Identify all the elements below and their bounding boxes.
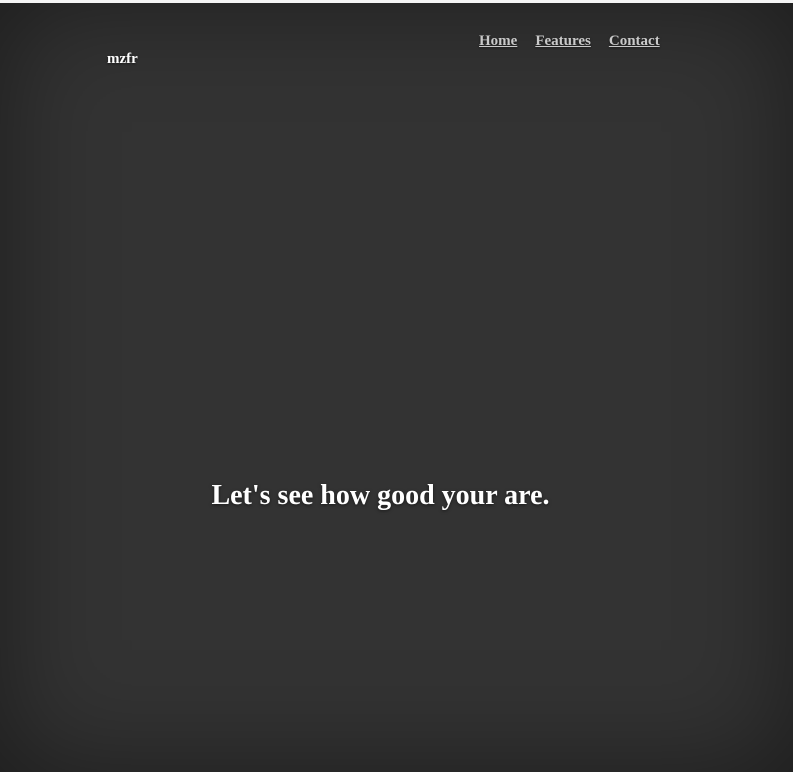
hero-headline: Let's see how good your are. xyxy=(211,480,550,511)
page: mzfr Home Features Contact Let's see how… xyxy=(0,0,793,772)
top-strip xyxy=(0,0,793,3)
nav-link-home[interactable]: Home xyxy=(479,31,517,51)
nav-link-features[interactable]: Features xyxy=(535,31,591,51)
nav-link-contact[interactable]: Contact xyxy=(609,31,660,51)
main-nav: Home Features Contact xyxy=(479,31,660,51)
site-logo[interactable]: mzfr xyxy=(107,49,138,69)
